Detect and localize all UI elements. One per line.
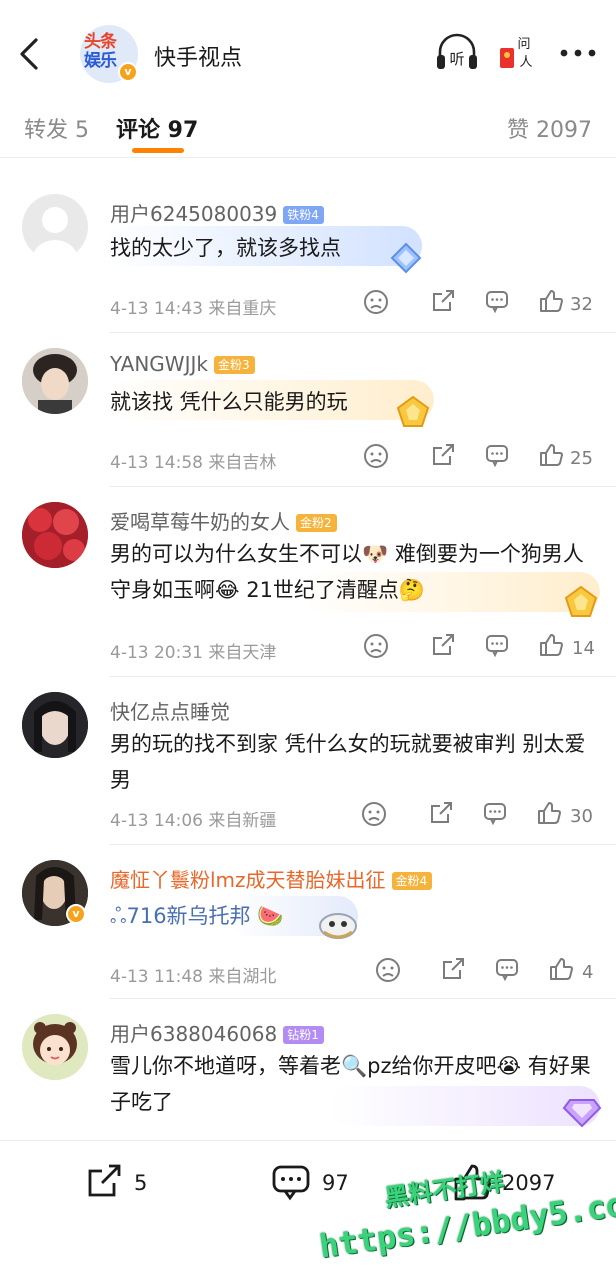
share-icon[interactable] <box>428 800 458 830</box>
comment-button[interactable]: 97 <box>270 1161 360 1211</box>
comment-meta: 4-13 14:43 来自重庆 <box>110 299 277 319</box>
share-icon[interactable] <box>430 442 460 472</box>
comment-count: 97 <box>322 1171 349 1195</box>
gold-crown-icon <box>564 585 598 617</box>
comment-meta: 4-13 20:31 来自天津 <box>110 643 277 663</box>
reply-icon[interactable] <box>484 632 514 662</box>
user-photo-avatar <box>22 692 88 758</box>
repost-button[interactable]: 5 <box>84 1161 154 1211</box>
page-title[interactable]: 快手视点 <box>154 40 242 72</box>
more-options-icon[interactable] <box>556 30 600 76</box>
active-tab-indicator <box>132 148 184 153</box>
ask-redpacket-icon[interactable]: 问 人 <box>496 30 540 76</box>
back-arrow-icon[interactable] <box>14 34 44 74</box>
default-avatar-icon <box>32 207 78 260</box>
strawberry-avatar <box>22 502 88 568</box>
like-icon[interactable] <box>538 442 568 472</box>
listen-label: 听 <box>449 50 464 68</box>
comment-text: 找的太少了，就该多找点 <box>110 236 341 260</box>
gold-crown-icon <box>396 395 430 427</box>
avatar[interactable] <box>22 1014 88 1080</box>
like-icon[interactable] <box>538 288 568 318</box>
comment-icon <box>272 1165 310 1201</box>
like-icon[interactable] <box>538 632 568 662</box>
comment-text: 雪儿你不地道呀，等着老🔍pz给你开皮吧😭 有好果子吃了 <box>110 1054 591 1114</box>
top-bar: 头条 娱乐 v 快手视点 听 问 人 <box>0 0 616 96</box>
avatar[interactable] <box>22 502 88 568</box>
comment-username[interactable]: 爱喝草莓牛奶的女人 金粉2 <box>110 506 337 535</box>
svg-text:人: 人 <box>519 55 532 70</box>
dislike-icon[interactable] <box>362 288 392 318</box>
reply-icon[interactable] <box>494 956 524 986</box>
share-icon[interactable] <box>430 632 460 662</box>
like-count: 25 <box>570 448 593 469</box>
user-photo-avatar <box>22 348 88 414</box>
divider <box>110 844 616 845</box>
comment-text: 男的玩的找不到家 凭什么女的玩就要被审判 别太爱男 <box>110 732 586 792</box>
divider <box>110 486 616 487</box>
repost-count: 5 <box>134 1171 148 1195</box>
comment-username[interactable]: 用户6245080039 铁粉4 <box>110 198 324 227</box>
avatar[interactable] <box>22 348 88 414</box>
verified-badge-icon: v <box>66 904 86 924</box>
comment-username[interactable]: YANGWJJk 金粉3 <box>110 352 255 376</box>
like-total-count: 2097 <box>502 1171 556 1195</box>
like-icon[interactable] <box>548 956 578 986</box>
sticker-icon <box>319 913 357 939</box>
account-logo: 头条 娱乐 <box>84 32 117 71</box>
divider <box>110 332 616 333</box>
reply-icon[interactable] <box>484 442 514 472</box>
like-count: 32 <box>570 294 593 315</box>
fan-badge: 钻粉1 <box>283 1026 324 1044</box>
avatar[interactable] <box>22 692 88 758</box>
comment-meta: 4-13 14:06 来自新疆 <box>110 811 277 831</box>
like-count: 30 <box>570 806 593 827</box>
comment-username[interactable]: 快亿点点睡觉 <box>110 696 230 725</box>
dislike-icon[interactable] <box>362 442 392 472</box>
repost-icon <box>88 1164 121 1197</box>
fan-badge: 金粉2 <box>296 514 337 532</box>
comment-text: 就该找 凭什么只能男的玩 <box>110 390 348 414</box>
tab-bar: 转发 5 评论 97 赞 2097 <box>0 96 616 158</box>
dislike-icon[interactable] <box>374 956 404 986</box>
dislike-icon[interactable] <box>360 800 390 830</box>
comment-meta: 4-13 11:48 来自湖北 <box>110 967 277 987</box>
tab-repost[interactable]: 转发 5 <box>24 112 89 144</box>
tab-like[interactable]: 赞 2097 <box>507 112 592 144</box>
verified-badge-icon: v <box>118 62 138 82</box>
fan-badge: 金粉4 <box>391 872 433 890</box>
like-count: 14 <box>572 638 595 659</box>
svg-text:问: 问 <box>517 37 530 52</box>
comment-meta: 4-13 14:58 来自吉林 <box>110 453 277 473</box>
share-icon[interactable] <box>440 956 470 986</box>
like-icon[interactable] <box>536 800 566 830</box>
tab-comment[interactable]: 评论 97 <box>116 112 198 144</box>
avatar[interactable] <box>22 194 88 260</box>
share-icon[interactable] <box>430 288 460 318</box>
cartoon-girl-avatar <box>22 1014 88 1080</box>
divider <box>110 998 616 999</box>
reply-icon[interactable] <box>484 288 514 318</box>
comment-username[interactable]: 用户6388046068 钻粉1 <box>110 1018 324 1047</box>
like-count: 4 <box>582 962 594 983</box>
comment-text: 男的可以为什么女生不可以🐶 难倒要为一个狗男人守身如玉啊😂 21世纪了清醒点🤔 <box>110 542 584 602</box>
reply-icon[interactable] <box>482 800 512 830</box>
dislike-icon[interactable] <box>362 632 392 662</box>
diamond-icon <box>390 242 422 274</box>
divider <box>110 676 616 677</box>
fan-badge: 铁粉4 <box>283 206 324 224</box>
listen-headphone-icon[interactable]: 听 <box>434 30 480 76</box>
fan-badge: 金粉3 <box>213 356 255 374</box>
comment-username[interactable]: 魔怔丫鬟粉lmz成天替胎妹出征 金粉4 <box>110 864 433 893</box>
purple-diamond-icon <box>562 1099 602 1128</box>
